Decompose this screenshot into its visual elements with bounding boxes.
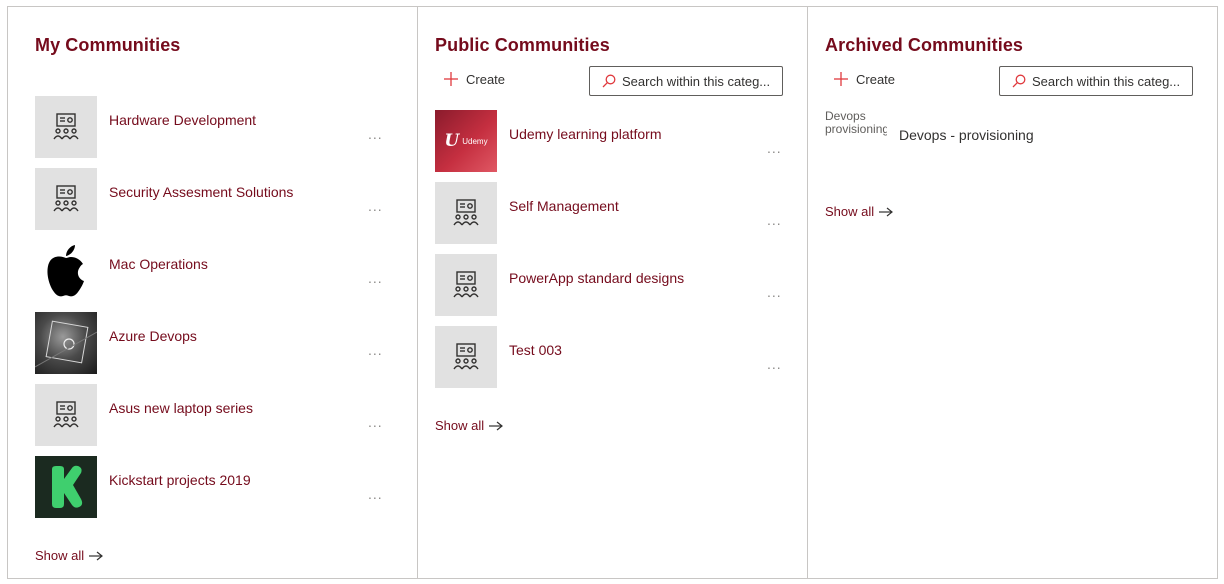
more-options-button[interactable]: ...: [368, 486, 383, 502]
community-item-security-assesment-solutions[interactable]: Security Assesment Solutions ...: [35, 168, 417, 240]
create-button[interactable]: Create: [833, 71, 895, 87]
public-communities-title: Public Communities: [435, 35, 610, 55]
community-name[interactable]: Self Management: [509, 198, 619, 214]
arrow-right-icon: [89, 551, 104, 560]
community-name[interactable]: Security Assesment Solutions: [109, 184, 293, 200]
community-icon: [435, 182, 497, 244]
plus-icon: [444, 72, 458, 86]
more-options-button[interactable]: ...: [368, 342, 383, 358]
public-communities-column: Public Communities Create U Udemy Udemy …: [418, 7, 808, 578]
my-communities-list: Hardware Development ... Security Assesm…: [35, 96, 417, 528]
community-item-asus-new-laptop-series[interactable]: Asus new laptop series ...: [35, 384, 417, 456]
community-item-self-management[interactable]: Self Management ...: [435, 182, 807, 254]
community-item-azure-devops[interactable]: Azure Devops ...: [35, 312, 417, 384]
show-all-label: Show all: [35, 548, 85, 563]
archived-communities-column: Archived Communities Create Devops provi…: [808, 7, 1217, 578]
more-options-button[interactable]: ...: [767, 140, 782, 156]
community-icon: [35, 96, 97, 158]
show-all-link[interactable]: Show all: [435, 418, 504, 433]
community-item-devops-provisioning[interactable]: Devops provisioning Devops - provisionin…: [825, 110, 1217, 182]
search-box[interactable]: [999, 66, 1193, 96]
public-communities-toolbar: Create: [435, 66, 783, 96]
more-options-button[interactable]: ...: [368, 126, 383, 142]
apple-logo-icon: [35, 240, 97, 302]
show-all-link[interactable]: Show all: [825, 204, 894, 219]
community-name[interactable]: Test 003: [509, 342, 562, 358]
search-icon: [602, 74, 616, 88]
community-name[interactable]: PowerApp standard designs: [509, 270, 684, 286]
community-name[interactable]: Kickstart projects 2019: [109, 472, 251, 488]
more-options-button[interactable]: ...: [767, 212, 782, 228]
archived-communities-toolbar: Create: [825, 66, 1193, 96]
my-communities-title: My Communities: [35, 35, 181, 55]
show-all-label: Show all: [825, 204, 875, 219]
community-item-powerapp-standard-designs[interactable]: PowerApp standard designs ...: [435, 254, 807, 326]
community-item-test-003[interactable]: Test 003 ...: [435, 326, 807, 398]
udemy-logo-text: Udemy: [462, 136, 488, 146]
community-icon: [435, 326, 497, 388]
community-icon: [35, 168, 97, 230]
broken-image-icon: Devops provisioning: [825, 110, 887, 140]
broken-image-alt-text: Devops provisioning: [825, 110, 887, 136]
more-options-button[interactable]: ...: [368, 414, 383, 430]
more-options-button[interactable]: ...: [368, 270, 383, 286]
community-icon: [35, 384, 97, 446]
create-label: Create: [466, 71, 506, 87]
community-item-hardware-development[interactable]: Hardware Development ...: [35, 96, 417, 168]
create-label: Create: [856, 71, 896, 87]
show-all-label: Show all: [435, 418, 485, 433]
search-input[interactable]: [1032, 73, 1192, 89]
community-name[interactable]: Hardware Development: [109, 112, 256, 128]
search-box[interactable]: [589, 66, 783, 96]
community-name[interactable]: Asus new laptop series: [109, 400, 253, 416]
public-communities-list: U Udemy Udemy learning platform ... Self…: [435, 110, 807, 398]
arrow-right-icon: [879, 207, 894, 216]
more-options-button[interactable]: ...: [767, 356, 782, 372]
search-input[interactable]: [622, 73, 782, 89]
community-item-udemy-learning-platform[interactable]: U Udemy Udemy learning platform ...: [435, 110, 807, 182]
more-options-button[interactable]: ...: [368, 198, 383, 214]
archived-communities-list: Devops provisioning Devops - provisionin…: [825, 110, 1217, 182]
plus-icon: [834, 72, 848, 86]
community-item-kickstart-projects-2019[interactable]: Kickstart projects 2019 ...: [35, 456, 417, 528]
udemy-logo-icon: U Udemy: [435, 110, 497, 172]
search-icon: [1012, 74, 1026, 88]
my-communities-column: My Communities Hardware Development ...: [8, 7, 418, 578]
community-name[interactable]: Azure Devops: [109, 328, 197, 344]
show-all-link[interactable]: Show all: [35, 548, 104, 563]
community-item-mac-operations[interactable]: Mac Operations ...: [35, 240, 417, 312]
community-name[interactable]: Udemy learning platform: [509, 126, 662, 142]
create-button[interactable]: Create: [443, 71, 505, 87]
azure-photo-icon: [35, 312, 97, 374]
communities-panel: My Communities Hardware Development ...: [7, 6, 1218, 579]
community-name[interactable]: Mac Operations: [109, 256, 208, 272]
kickstarter-logo-icon: [35, 456, 97, 518]
arrow-right-icon: [489, 421, 504, 430]
archived-communities-title: Archived Communities: [825, 35, 1024, 55]
community-name[interactable]: Devops - provisioning: [899, 127, 1034, 143]
community-icon: [435, 254, 497, 316]
more-options-button[interactable]: ...: [767, 284, 782, 300]
